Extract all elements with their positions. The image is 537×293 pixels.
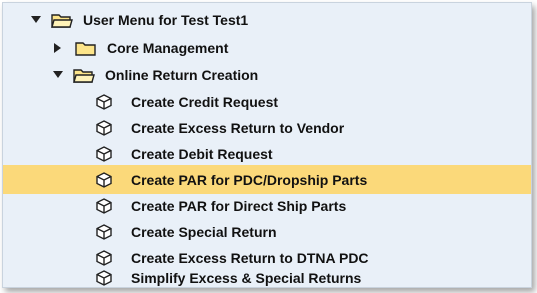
root-label: User Menu for Test Test1 — [83, 12, 249, 28]
tree-node-root[interactable]: User Menu for Test Test1 — [3, 7, 531, 33]
menu-item-simplify-excess-special-returns[interactable]: Simplify Excess & Special Returns — [3, 265, 531, 287]
transaction-cube-icon — [95, 224, 113, 240]
menu-item-label: Create PAR for Direct Ship Parts — [131, 198, 347, 214]
tree-node-core-management[interactable]: Core Management — [3, 35, 531, 61]
menu-item-create-par-pdc-dropship-parts[interactable]: Create PAR for PDC/Dropship Parts — [3, 165, 531, 194]
menu-item-label: Create PAR for PDC/Dropship Parts — [131, 171, 368, 188]
expand-arrow-down-icon[interactable] — [51, 68, 65, 82]
folder-open-icon — [73, 67, 95, 83]
expand-arrow-right-icon[interactable] — [51, 41, 65, 55]
menu-item-label: Create Excess Return to DTNA PDC — [131, 250, 369, 266]
folder-label: Online Return Creation — [105, 67, 259, 83]
menu-item-label: Create Special Return — [131, 224, 277, 240]
menu-item-label: Simplify Excess & Special Returns — [131, 270, 362, 286]
expand-arrow-down-icon[interactable] — [29, 13, 43, 27]
transaction-cube-icon — [95, 198, 113, 214]
menu-item-label: Create Debit Request — [131, 146, 273, 162]
menu-item-create-par-direct-ship-parts[interactable]: Create PAR for Direct Ship Parts — [3, 193, 531, 219]
folder-open-icon — [51, 12, 73, 28]
menu-item-create-debit-request[interactable]: Create Debit Request — [3, 141, 531, 167]
transaction-cube-icon — [95, 120, 113, 136]
menu-tree-panel: User Menu for Test Test1 Core Management… — [2, 2, 532, 288]
tree-node-online-return-creation[interactable]: Online Return Creation — [3, 62, 531, 88]
transaction-cube-icon — [95, 250, 113, 266]
menu-item-label: Create Credit Request — [131, 94, 279, 110]
folder-label: Core Management — [107, 40, 229, 56]
menu-item-create-excess-return-to-vendor[interactable]: Create Excess Return to Vendor — [3, 115, 531, 141]
transaction-cube-icon — [95, 270, 113, 286]
menu-item-create-special-return[interactable]: Create Special Return — [3, 219, 531, 245]
menu-item-label: Create Excess Return to Vendor — [131, 120, 345, 136]
transaction-cube-icon — [95, 171, 113, 188]
menu-item-create-credit-request[interactable]: Create Credit Request — [3, 89, 531, 115]
transaction-cube-icon — [95, 94, 113, 110]
transaction-cube-icon — [95, 146, 113, 162]
folder-closed-icon — [75, 40, 97, 56]
